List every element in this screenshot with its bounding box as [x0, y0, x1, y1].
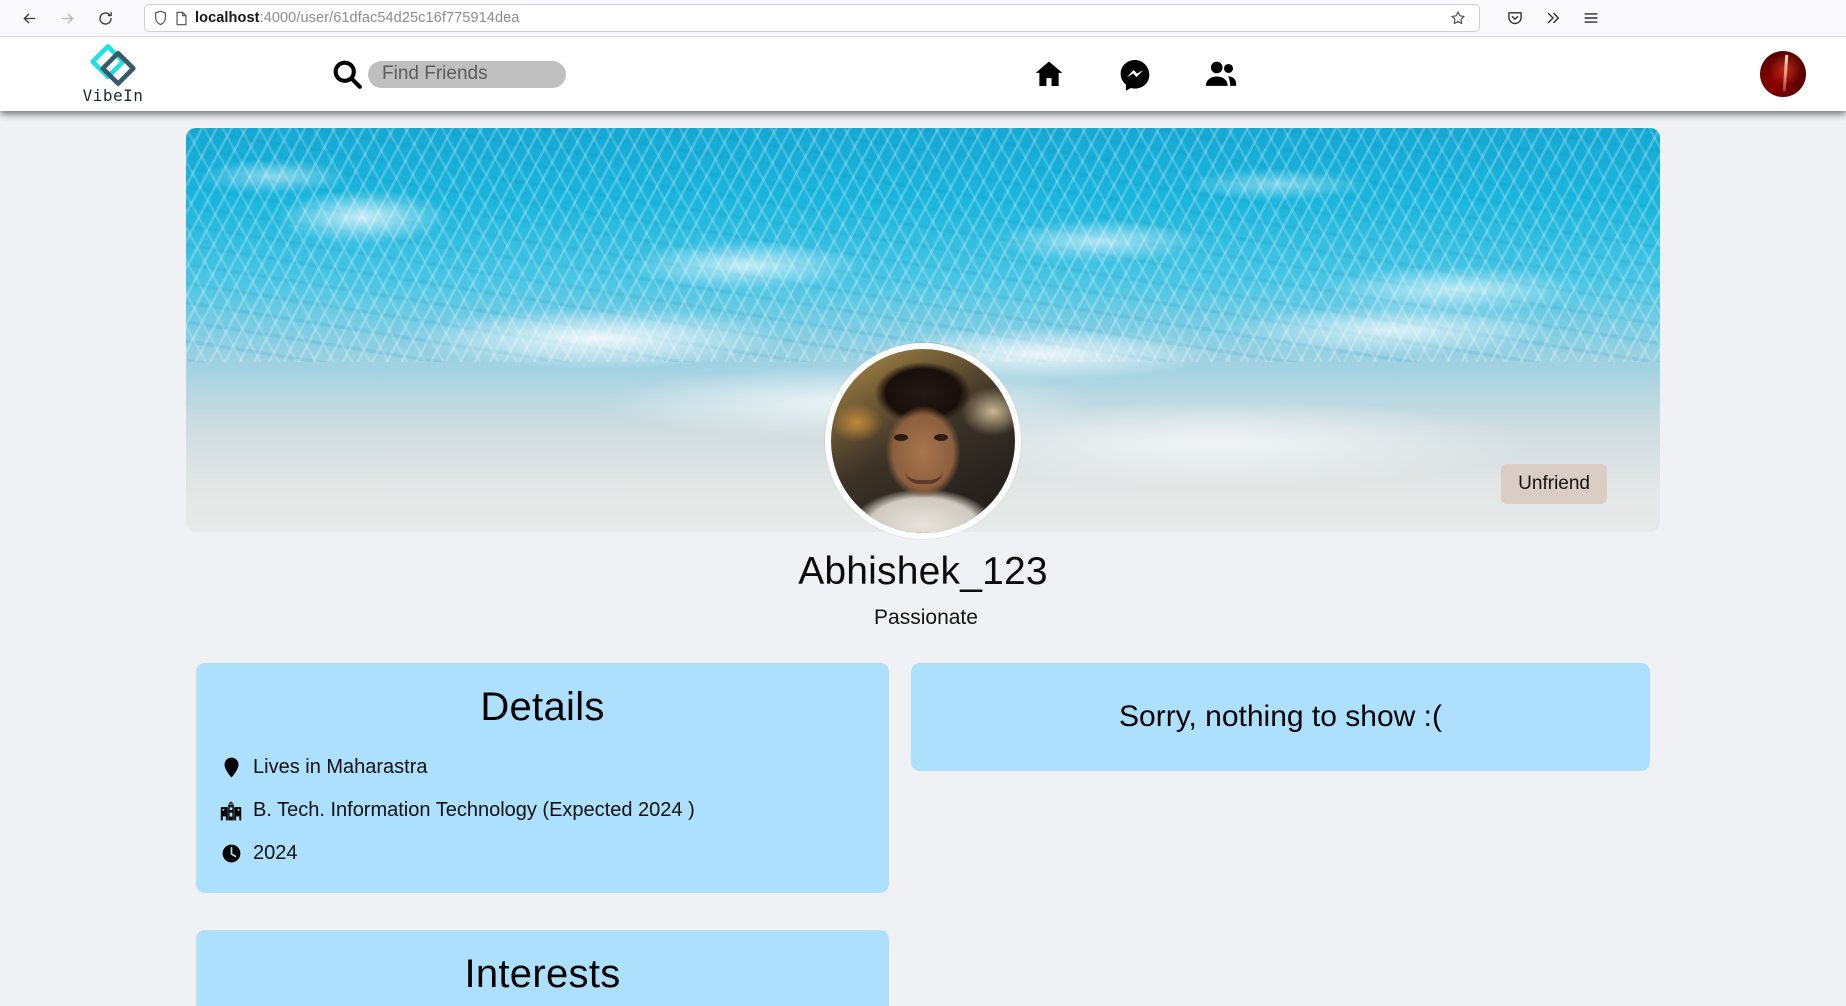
page-title: Abhishek_123	[798, 550, 1048, 593]
location-pin-icon	[220, 757, 242, 779]
forward-button[interactable]	[50, 3, 84, 33]
friends-icon[interactable]	[1204, 57, 1238, 91]
avatar-detail-right-eye	[934, 433, 949, 441]
detail-text-location: Lives in Maharastra	[253, 756, 428, 778]
profile-cover-block: Unfriend	[186, 128, 1660, 539]
account-avatar[interactable]	[1760, 51, 1806, 97]
reload-button[interactable]	[88, 3, 122, 33]
url-host: localhost	[195, 10, 260, 26]
profile-avatar-photo	[831, 349, 1015, 533]
hamburger-menu-icon[interactable]	[1574, 3, 1608, 33]
shield-icon	[153, 10, 168, 26]
interests-title: Interests	[464, 952, 621, 996]
url-text: localhost:4000/user/61dfac54d25c16f77591…	[195, 10, 1438, 26]
school-icon	[220, 800, 242, 822]
back-button[interactable]	[12, 3, 46, 33]
brand-name: VibeIn	[82, 86, 144, 105]
avatar-detail-left-eye	[893, 433, 908, 441]
search-input[interactable]	[368, 60, 566, 88]
double-chevron-icon[interactable]	[1536, 3, 1570, 33]
brand-logo[interactable]: VibeIn	[38, 43, 188, 105]
primary-nav	[1032, 57, 1238, 91]
detail-text-year: 2024	[253, 842, 298, 864]
search-icon[interactable]	[330, 57, 364, 91]
profile-right-column: Sorry, nothing to show :(	[911, 663, 1650, 771]
back-arrow-icon	[23, 13, 35, 23]
interests-grid	[196, 997, 889, 1006]
messenger-icon[interactable]	[1118, 57, 1152, 91]
address-bar[interactable]: localhost:4000/user/61dfac54d25c16f77591…	[144, 4, 1480, 32]
interests-card: Interests	[196, 930, 889, 1006]
home-icon[interactable]	[1032, 57, 1066, 91]
forward-arrow-icon	[61, 13, 73, 23]
clock-icon	[220, 843, 242, 865]
url-path: :4000/user/61dfac54d25c16f775914dea	[259, 10, 520, 26]
profile-tagline: Passionate	[874, 606, 978, 629]
profile-left-column: Details Lives in Maharastra B. Tech. Inf…	[196, 663, 889, 1006]
detail-row-education: B. Tech. Information Technology (Expecte…	[220, 799, 889, 822]
app-header: VibeIn	[0, 37, 1846, 111]
reload-icon	[98, 11, 112, 25]
details-card: Details Lives in Maharastra B. Tech. Inf…	[196, 663, 889, 893]
star-icon[interactable]	[1445, 6, 1471, 30]
feed-empty-card: Sorry, nothing to show :(	[911, 663, 1650, 771]
profile-avatar[interactable]	[825, 343, 1021, 539]
profile-columns: Details Lives in Maharastra B. Tech. Inf…	[196, 663, 1650, 1006]
detail-row-location: Lives in Maharastra	[220, 756, 889, 779]
feed-empty-message: Sorry, nothing to show :(	[1119, 700, 1442, 733]
unfriend-button[interactable]: Unfriend	[1501, 464, 1607, 504]
profile-page: Unfriend Abhishek_123 Passionate Details	[0, 111, 1846, 1006]
details-list: Lives in Maharastra B. Tech. Information…	[196, 756, 889, 865]
details-title: Details	[480, 685, 605, 729]
pocket-save-icon[interactable]	[1498, 3, 1532, 33]
page-icon	[175, 11, 188, 26]
toolbar-right-group	[1498, 3, 1608, 33]
browser-toolbar: localhost:4000/user/61dfac54d25c16f77591…	[0, 0, 1846, 37]
search-bar	[330, 57, 566, 91]
vibein-logo-icon	[90, 44, 136, 86]
detail-text-education: B. Tech. Information Technology (Expecte…	[253, 799, 695, 821]
detail-row-year: 2024	[220, 842, 889, 865]
